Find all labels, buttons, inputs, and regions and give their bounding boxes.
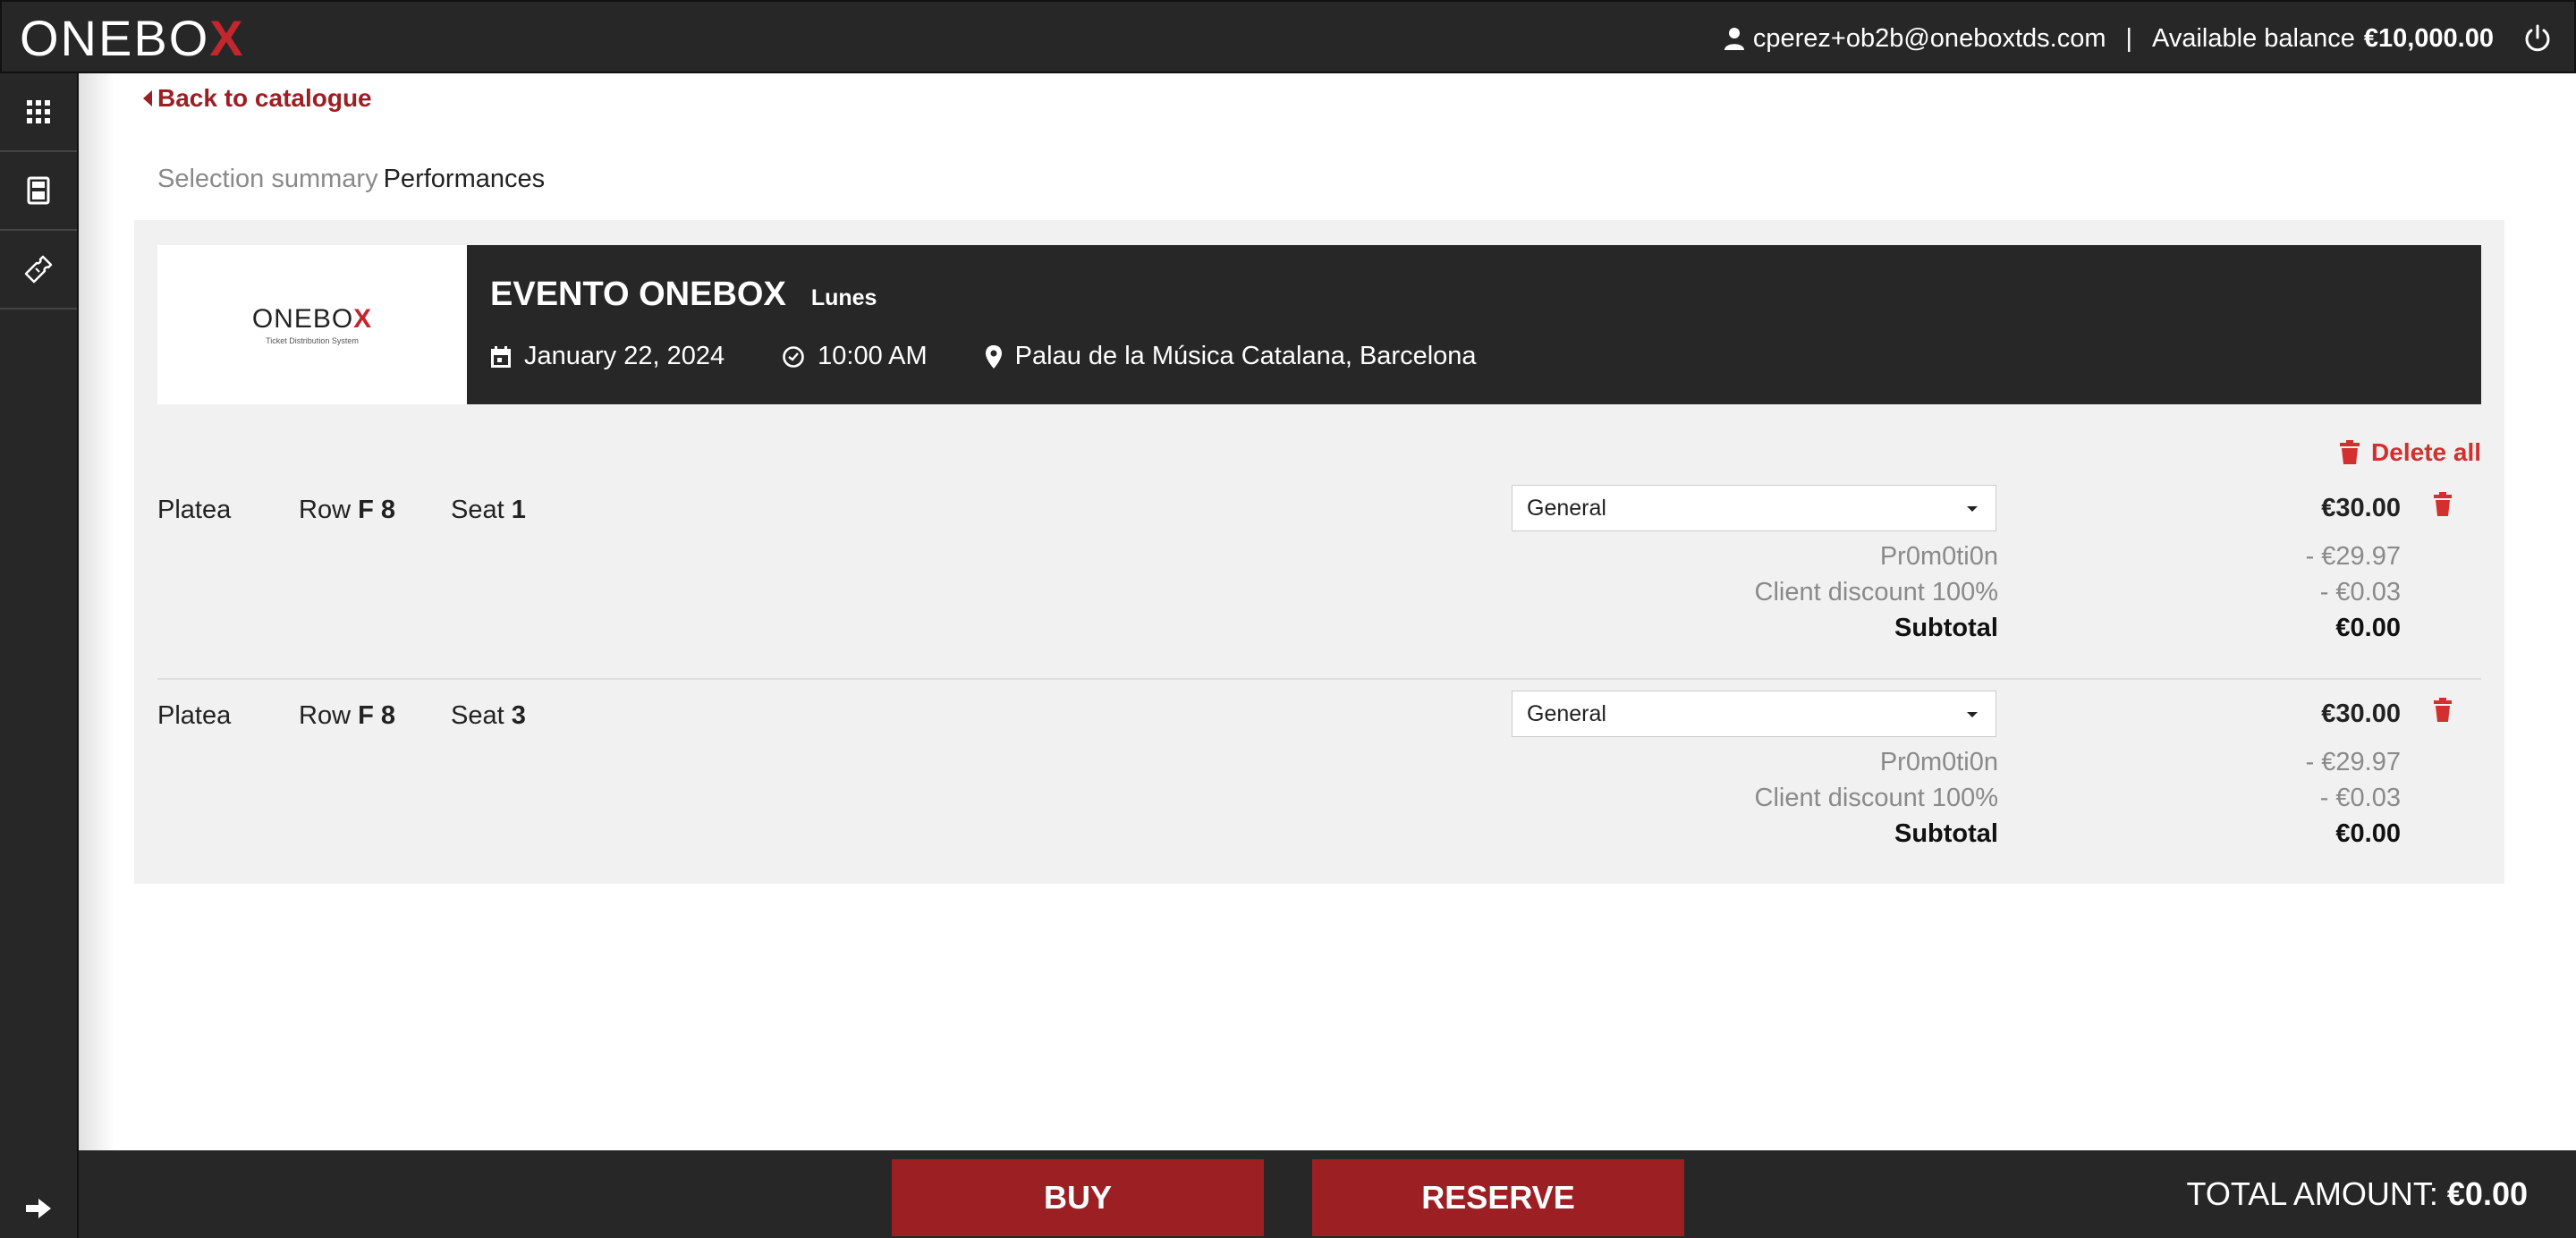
ticket-price: €30.00	[2321, 494, 2401, 522]
seat-info: Platea Row F 8 Seat 3	[157, 701, 526, 731]
breadcrumb-current: Performances	[383, 165, 546, 193]
seat-row-label: Row	[299, 701, 352, 730]
top-bar: ONEBO X cperez+ob2b@oneboxtds.com | Avail…	[0, 0, 2576, 73]
buy-button[interactable]: BUY	[892, 1159, 1264, 1236]
promotion-label: Pr0m0ti0n	[1879, 748, 1998, 776]
event-logo-subtitle: Ticket Distribution System	[266, 336, 359, 345]
event-title-row: EVENTO ONEBOX Lunes	[490, 276, 877, 314]
bottom-bar: BUY RESERVE TOTAL AMOUNT: €0.00	[79, 1150, 2576, 1238]
delete-all-label: Delete all	[2371, 438, 2481, 466]
event-session-tag: Lunes	[810, 285, 877, 310]
discount-label: Client discount 100%	[1754, 578, 1998, 606]
event-title: EVENTO ONEBOX	[490, 276, 786, 313]
rate-select-value: General	[1527, 495, 1606, 521]
event-venue: Palau de la Música Catalana, Barcelona	[985, 342, 1477, 371]
event-time: 10:00 AM	[782, 342, 928, 371]
onebox-logo[interactable]: ONEBO X	[20, 9, 245, 66]
header-separator: |	[2125, 23, 2133, 53]
total-amount: TOTAL AMOUNT: €0.00	[2187, 1150, 2528, 1238]
seat-number-label: Seat	[451, 496, 504, 524]
seat-number-value: 3	[511, 701, 526, 730]
seat-number: Seat 3	[451, 701, 526, 731]
reserve-button[interactable]: RESERVE	[1312, 1159, 1684, 1236]
trash-icon	[2340, 440, 2360, 464]
sidebar-item-calculator[interactable]	[0, 152, 77, 231]
trash-icon[interactable]	[2433, 492, 2453, 517]
promotion-label: Pr0m0ti0n	[1879, 542, 1998, 571]
account-info: cperez+ob2b@oneboxtds.com | Available ba…	[1723, 2, 2553, 75]
power-icon[interactable]	[2522, 23, 2553, 54]
seat-number-value: 1	[511, 496, 526, 524]
caret-down-icon	[1967, 506, 1978, 512]
event-time-text: 10:00 AM	[818, 342, 928, 370]
logo-x: X	[209, 9, 245, 66]
delete-all-button[interactable]: Delete all	[2339, 438, 2481, 467]
seat-row-label: Row	[299, 496, 352, 524]
discount-label: Client discount 100%	[1754, 784, 1998, 812]
rate-select-value: General	[1527, 700, 1606, 726]
subtotal-label: Subtotal	[1894, 614, 1998, 642]
clock-icon	[783, 345, 804, 368]
ticket-icon	[24, 255, 53, 284]
event-header: EVENTO ONEBOX Lunes January 22, 2024 10:…	[467, 245, 2481, 404]
event-logo-text: ONEBO	[251, 304, 354, 334]
seat-row-value: F 8	[358, 496, 395, 524]
balance-value: €10,000.00	[2363, 23, 2494, 53]
map-pin-icon	[985, 344, 1002, 369]
ticket-row: Platea Row F 8 Seat 3 General €30.00 Pr0…	[157, 691, 2481, 887]
event-meta: January 22, 2024 10:00 AM Palau de la Mú…	[490, 342, 1534, 371]
seat-row: Row F 8	[299, 496, 451, 525]
calendar-icon	[491, 345, 511, 368]
back-to-catalogue-link[interactable]: Back to catalogue	[143, 84, 372, 113]
rate-select[interactable]: General	[1512, 691, 1996, 737]
breadcrumb-parent[interactable]: Selection summary	[157, 165, 378, 193]
seat-info: Platea Row F 8 Seat 1	[157, 496, 526, 525]
selection-panel: ONEBOX Ticket Distribution System EVENTO…	[134, 220, 2504, 884]
event-image: ONEBOX Ticket Distribution System	[157, 245, 467, 404]
breadcrumb: Selection summary Performances	[157, 165, 545, 194]
back-link-label: Back to catalogue	[157, 84, 372, 112]
seat-row: Row F 8	[299, 701, 451, 731]
seat-zone: Platea	[157, 496, 232, 524]
sidebar-item-catalogue[interactable]	[0, 73, 77, 152]
apps-grid-icon	[27, 100, 50, 123]
ticket-row: Platea Row F 8 Seat 1 General €30.00 Pr0…	[157, 485, 2481, 682]
event-logo-x: X	[353, 304, 373, 334]
seat-row-value: F 8	[358, 701, 395, 730]
sidebar-expand-button[interactable]	[0, 1179, 77, 1238]
seat-number: Seat 1	[451, 496, 526, 525]
event-logo: ONEBOX	[252, 304, 372, 335]
sidebar-shadow	[79, 73, 114, 1165]
promotion-value: - €29.97	[2305, 748, 2401, 776]
event-date-text: January 22, 2024	[524, 342, 725, 370]
caret-down-icon	[1967, 712, 1978, 717]
event-date: January 22, 2024	[490, 342, 724, 371]
subtotal-label: Subtotal	[1894, 819, 1998, 848]
seat-number-label: Seat	[451, 701, 504, 730]
rate-select[interactable]: General	[1512, 485, 1996, 531]
seat-zone: Platea	[157, 701, 232, 730]
logo-text: ONEBO	[20, 9, 210, 66]
promotion-value: - €29.97	[2305, 542, 2401, 571]
discount-value: - €0.03	[2319, 578, 2401, 606]
arrow-right-icon	[26, 1199, 51, 1218]
user-icon	[1724, 28, 1744, 50]
ticket-divider	[157, 678, 2481, 680]
trash-icon[interactable]	[2433, 698, 2453, 723]
balance-label: Available balance	[2152, 23, 2355, 53]
sidebar	[0, 73, 79, 1238]
subtotal-value: €0.00	[2335, 614, 2401, 642]
subtotal-value: €0.00	[2335, 819, 2401, 848]
ticket-price: €30.00	[2321, 700, 2401, 728]
sidebar-item-tickets[interactable]	[0, 231, 77, 310]
total-amount-label: TOTAL AMOUNT:	[2186, 1175, 2438, 1212]
user-email[interactable]: cperez+ob2b@oneboxtds.com	[1753, 24, 2106, 54]
calculator-icon	[27, 176, 50, 205]
caret-left-icon	[143, 90, 152, 106]
event-venue-text: Palau de la Música Catalana, Barcelona	[1014, 342, 1477, 370]
total-amount-value: €0.00	[2446, 1175, 2528, 1212]
discount-value: - €0.03	[2319, 784, 2401, 812]
